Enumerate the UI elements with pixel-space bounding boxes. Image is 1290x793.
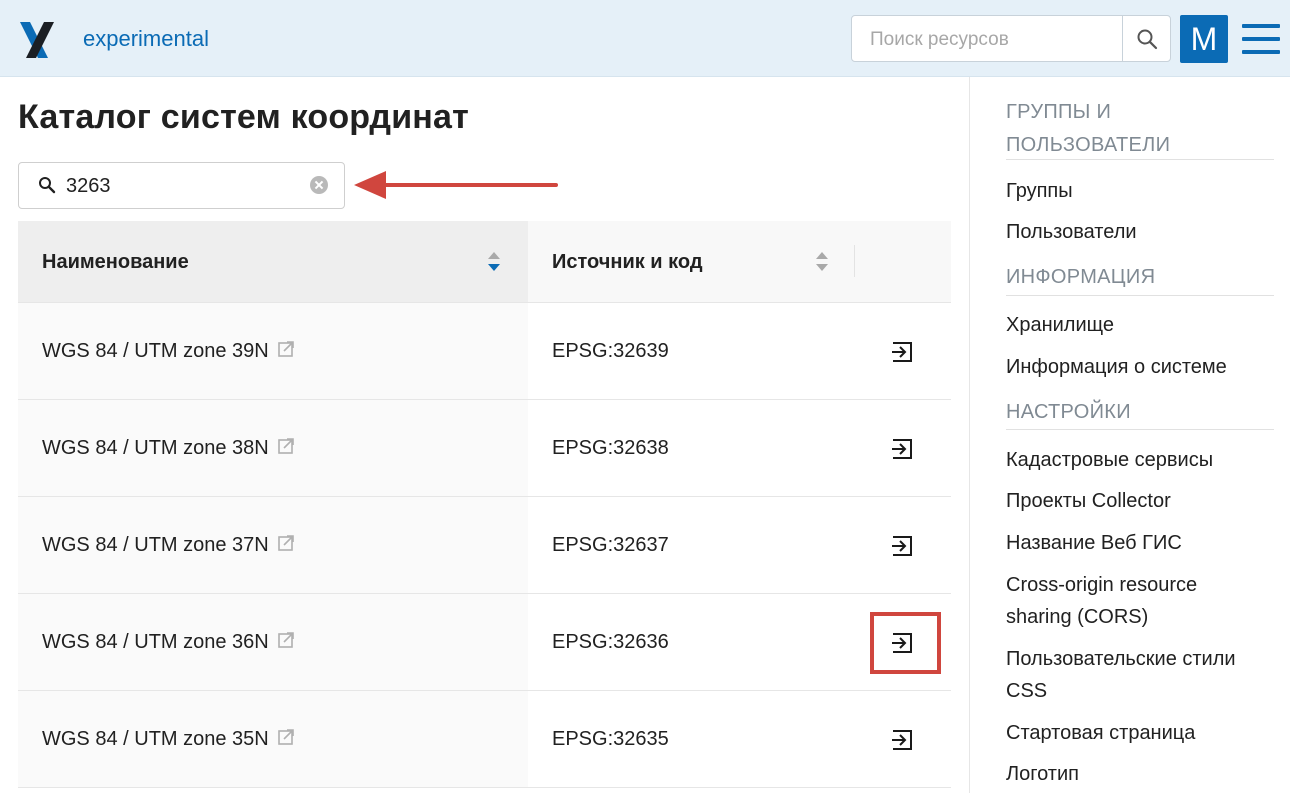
srs-name[interactable]: WGS 84 / UTM zone 39N xyxy=(42,340,295,363)
external-link-icon[interactable] xyxy=(277,340,295,358)
srs-code: EPSG:32637 xyxy=(552,534,669,556)
sidebar-item-webgis-name[interactable]: Название Веб ГИС xyxy=(1006,527,1274,559)
clear-icon[interactable] xyxy=(310,176,328,194)
sidebar-item-cadastral[interactable]: Кадастровые сервисы xyxy=(1006,444,1274,476)
sidebar-item-custom-css[interactable]: Пользовательские стили CSS xyxy=(1006,643,1268,707)
column-divider xyxy=(854,245,855,277)
srs-table: Наименование Источник и код WGS 84 / UTM… xyxy=(18,221,951,788)
sidebar-item-collector[interactable]: Проекты Collector xyxy=(1006,485,1274,517)
annotation-arrow xyxy=(354,171,558,199)
import-icon[interactable] xyxy=(890,729,914,751)
column-header-name[interactable]: Наименование xyxy=(18,221,528,302)
srs-name[interactable]: WGS 84 / UTM zone 38N xyxy=(42,437,295,460)
hamburger-menu-icon[interactable] xyxy=(1242,24,1280,54)
external-link-icon[interactable] xyxy=(277,534,295,552)
table-row[interactable]: WGS 84 / UTM zone 35N EPSG:32635 xyxy=(18,691,951,788)
column-label-name: Наименование xyxy=(42,251,189,273)
app-name[interactable]: experimental xyxy=(83,26,209,52)
user-avatar[interactable]: M xyxy=(1180,15,1228,63)
table-row[interactable]: WGS 84 / UTM zone 37N EPSG:32637 xyxy=(18,497,951,594)
table-header: Наименование Источник и код xyxy=(18,221,951,303)
search-icon xyxy=(39,177,56,194)
external-link-icon[interactable] xyxy=(277,631,295,649)
search-input[interactable]: Поиск ресурсов xyxy=(870,29,1009,51)
top-header: experimental Поиск ресурсов M xyxy=(0,0,1290,77)
search-icon xyxy=(1137,29,1157,49)
srs-code: EPSG:32635 xyxy=(552,728,669,750)
srs-name[interactable]: WGS 84 / UTM zone 37N xyxy=(42,534,295,557)
sort-icon[interactable] xyxy=(815,250,829,274)
search-button[interactable] xyxy=(1122,16,1170,61)
table-row[interactable]: WGS 84 / UTM zone 39N EPSG:32639 xyxy=(18,303,951,400)
srs-filter-input[interactable]: 3263 xyxy=(18,162,345,209)
import-icon[interactable] xyxy=(890,535,914,557)
srs-code: EPSG:32636 xyxy=(552,631,669,653)
srs-code: EPSG:32638 xyxy=(552,437,669,459)
annotation-highlight-box xyxy=(870,612,941,674)
sidebar-item-groups[interactable]: Группы xyxy=(1006,175,1274,207)
srs-name[interactable]: WGS 84 / UTM zone 35N xyxy=(42,728,295,751)
table-row[interactable]: WGS 84 / UTM zone 38N EPSG:32638 xyxy=(18,400,951,497)
sidebar-rule xyxy=(1006,159,1274,160)
sidebar-divider xyxy=(969,77,970,793)
sidebar-item-system-info[interactable]: Информация о системе xyxy=(1006,351,1274,383)
srs-name[interactable]: WGS 84 / UTM zone 36N xyxy=(42,631,295,654)
sidebar-heading-info: ИНФОРМАЦИЯ xyxy=(1006,266,1156,288)
sidebar-item-storage[interactable]: Хранилище xyxy=(1006,309,1274,341)
sidebar-rule xyxy=(1006,429,1274,430)
srs-code: EPSG:32639 xyxy=(552,340,669,362)
import-icon[interactable] xyxy=(890,438,914,460)
external-link-icon[interactable] xyxy=(277,437,295,455)
table-row[interactable]: WGS 84 / UTM zone 36N EPSG:32636 xyxy=(18,594,951,691)
page-title: Каталог систем координат xyxy=(18,98,470,136)
sidebar-item-logo[interactable]: Логотип xyxy=(1006,758,1274,790)
sidebar-item-users[interactable]: Пользователи xyxy=(1006,216,1274,248)
sidebar-rule xyxy=(1006,295,1274,296)
resource-search[interactable]: Поиск ресурсов xyxy=(851,15,1171,62)
import-icon[interactable] xyxy=(890,341,914,363)
filter-value[interactable]: 3263 xyxy=(66,175,111,198)
column-label-source[interactable]: Источник и код xyxy=(552,251,703,274)
sidebar-heading-settings: НАСТРОЙКИ xyxy=(1006,401,1131,423)
sidebar-heading-groups: ГРУППЫ И ПОЛЬЗОВАТЕЛИ xyxy=(1006,101,1171,156)
external-link-icon[interactable] xyxy=(277,728,295,746)
sort-descending-icon[interactable] xyxy=(487,250,501,274)
app-logo-icon[interactable] xyxy=(18,22,56,58)
sidebar-item-home-page[interactable]: Стартовая страница xyxy=(1006,717,1274,749)
sidebar-item-cors[interactable]: Cross-origin resource sharing (CORS) xyxy=(1006,569,1236,633)
